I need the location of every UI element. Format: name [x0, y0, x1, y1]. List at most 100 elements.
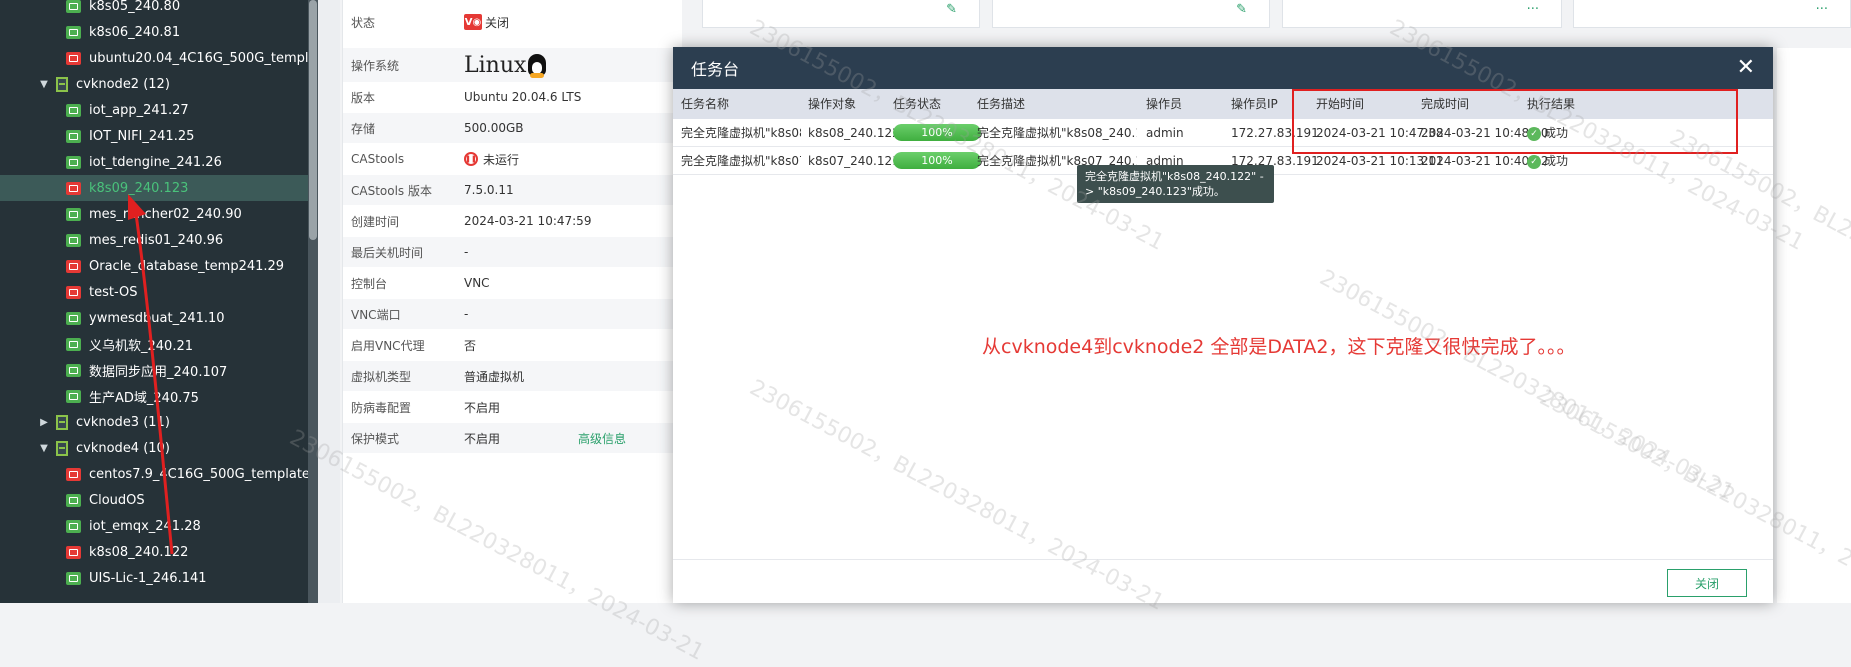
column-header[interactable]: 任务状态: [893, 89, 941, 119]
background-panel: [1777, 48, 1851, 603]
vm-running-icon: [66, 311, 81, 325]
tree-item-label: test-OS: [89, 284, 138, 300]
host-server-icon: [56, 440, 68, 456]
tree-item-label: ubuntu20.04_4C16G_500G_template: [89, 50, 310, 66]
tree-vm-item[interactable]: CloudOS: [0, 487, 310, 513]
prop-value: 普通虚拟机: [464, 369, 525, 384]
task-progress-fill: 100%: [893, 124, 981, 141]
tree-vm-item[interactable]: mes_redis01_240.96: [0, 227, 310, 253]
vm-stopped-icon: [66, 259, 81, 273]
tree-item-label: Oracle_database_temp241.29: [89, 258, 285, 274]
table-cell-target: k8s08_240.122: [808, 126, 900, 140]
dialog-footer: 关闭: [673, 559, 1773, 603]
tree-vm-item[interactable]: 义乌机软_240.21: [0, 331, 310, 357]
prop-value: Ubuntu 20.04.6 LTS: [464, 90, 582, 104]
tree-item-label: mes_redis01_240.96: [89, 232, 224, 248]
close-icon[interactable]: ✕: [1737, 57, 1755, 79]
prop-row-vnc-proxy: 启用VNC代理 否: [343, 330, 683, 360]
tree-host-node[interactable]: ▶ cvknode3 (11): [0, 409, 310, 435]
prop-key: 操作系统: [351, 58, 400, 73]
prop-value: 不启用: [464, 431, 501, 446]
sidebar-scrollbar[interactable]: [308, 0, 318, 603]
prop-row-created: 创建时间 2024-03-21 10:47:59: [343, 206, 683, 236]
column-header[interactable]: 任务描述: [977, 89, 1025, 119]
prop-key: 虚拟机类型: [351, 369, 412, 384]
more-icon[interactable]: ···: [1527, 2, 1539, 17]
table-cell-operator: admin: [1146, 126, 1184, 140]
resource-tree-sidebar: k8s05_240.80 k8s06_240.81 ubuntu20.04_4C16…: [0, 0, 310, 603]
tree-vm-item[interactable]: Oracle_database_temp241.29: [0, 253, 310, 279]
tree-host-node[interactable]: ▼ cvknode2 (12): [0, 71, 310, 97]
tree-item-label: 生产AD域_240.75: [89, 390, 199, 406]
advanced-info-link[interactable]: 高级信息: [578, 430, 626, 447]
tree-vm-item[interactable]: 生产AD域_240.75: [0, 383, 310, 409]
prop-row-protect-mode: 保护模式 不启用 高级信息: [343, 423, 683, 453]
column-header[interactable]: 操作对象: [808, 89, 856, 119]
tree-item-label: iot_emqx_241.28: [89, 518, 201, 534]
vm-running-icon: [66, 103, 81, 117]
prop-key: 启用VNC代理: [351, 338, 425, 353]
tree-vm-item[interactable]: IOT_NIFI_241.25: [0, 123, 310, 149]
tree-vm-item[interactable]: k8s06_240.81: [0, 19, 310, 45]
tree-vm-item[interactable]: UIS-Lic-1_246.141: [0, 565, 310, 591]
vm-running-icon: [66, 207, 81, 221]
success-check-icon: ✓: [1527, 154, 1541, 169]
tree-vm-item[interactable]: iot_tdengine_241.26: [0, 149, 310, 175]
prop-value: 未运行: [483, 152, 520, 167]
tree-vm-item[interactable]: ubuntu20.04_4C16G_500G_template: [0, 45, 310, 71]
prop-value: VNC: [464, 276, 490, 290]
column-header[interactable]: 操作员: [1146, 89, 1182, 119]
task-progress-bar: 100%: [893, 152, 981, 169]
vm-running-icon: [66, 233, 81, 247]
edit-icon[interactable]: ✎: [946, 2, 957, 17]
prop-row-version: 版本 Ubuntu 20.04.6 LTS: [343, 82, 683, 112]
vm-running-icon: [66, 363, 81, 377]
tree-vm-item[interactable]: 数据同步应用_240.107: [0, 357, 310, 383]
summary-card: ···: [1282, 0, 1562, 28]
tree-vm-item[interactable]: k8s09_240.123: [0, 175, 310, 201]
prop-row-os: 操作系统 Linux: [343, 48, 683, 82]
tree-vm-item[interactable]: mes_rancher02_240.90: [0, 201, 310, 227]
edit-icon[interactable]: ✎: [1236, 2, 1247, 17]
prop-row-storage: 存储 500.00GB: [343, 113, 683, 143]
tree-vm-item[interactable]: ywmesdbuat_241.10: [0, 305, 310, 331]
tree-vm-item[interactable]: centos7.9_4C16G_500G_template: [0, 461, 310, 487]
table-cell-desc: 完全克隆虚拟机"k8s08_240.122"...: [977, 126, 1137, 140]
tree-vm-item[interactable]: iot_app_241.27: [0, 97, 310, 123]
host-server-icon: [56, 414, 68, 430]
prop-value: 不启用: [464, 400, 501, 415]
result-label: 成功: [1544, 154, 1569, 168]
expand-down-icon[interactable]: ▼: [38, 443, 50, 454]
annotation-highlight-box: [1292, 89, 1738, 154]
tree-vm-item[interactable]: test-OS: [0, 279, 310, 305]
tree-item-label: k8s09_240.123: [89, 180, 189, 196]
close-button[interactable]: 关闭: [1667, 569, 1747, 597]
prop-row-console: 控制台 VNC: [343, 268, 683, 298]
more-icon[interactable]: ···: [1816, 2, 1828, 17]
tree-host-node[interactable]: ▼ cvknode4 (10): [0, 435, 310, 461]
vm-running-icon: [66, 493, 81, 507]
prop-value: 否: [464, 338, 477, 353]
tree-item-label: k8s06_240.81: [89, 24, 181, 40]
tree-item-label: mes_rancher02_240.90: [89, 206, 242, 222]
column-header[interactable]: 任务名称: [681, 89, 729, 119]
prop-row-castools: CAStools ❚❚ 未运行: [343, 144, 683, 174]
tree-vm-item[interactable]: iot_emqx_241.28: [0, 513, 310, 539]
column-header[interactable]: 操作员IP: [1231, 89, 1278, 119]
tree-vm-item[interactable]: k8s08_240.122: [0, 539, 310, 565]
summary-card: ✎: [702, 0, 980, 28]
task-description-tooltip: 完全克隆虚拟机"k8s08_240.122" -> "k8s09_240.123…: [1077, 165, 1274, 203]
tree-vm-item[interactable]: k8s05_240.80: [0, 0, 310, 19]
task-progress-fill: 100%: [893, 152, 981, 169]
tree-item-label: cvknode3 (11): [76, 414, 170, 430]
expand-right-icon[interactable]: ▶: [38, 417, 50, 428]
expand-down-icon[interactable]: ▼: [38, 79, 50, 90]
annotation-text: 从cvknode4到cvknode2 全部是DATA2，这下克隆又很快完成了。。…: [982, 336, 1576, 358]
vm-running-icon: [66, 129, 81, 143]
vm-running-icon: [66, 25, 81, 39]
tree-item-label: k8s08_240.122: [89, 544, 189, 560]
prop-key: 保护模式: [351, 431, 400, 446]
tree-item-label: centos7.9_4C16G_500G_template: [89, 466, 310, 482]
prop-value: 7.5.0.11: [464, 183, 514, 197]
sidebar-scrollbar-thumb[interactable]: [309, 0, 317, 240]
